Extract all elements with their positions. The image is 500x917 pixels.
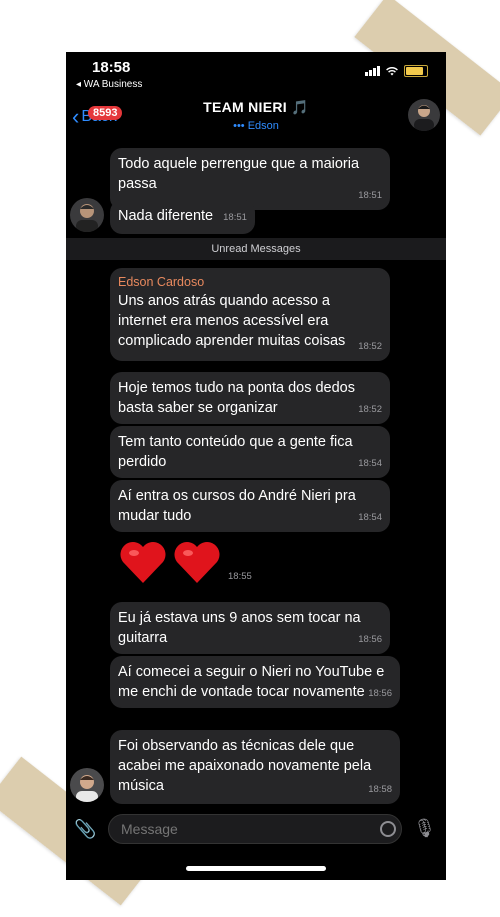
battery-icon <box>404 65 428 77</box>
phone-screen: 18:58 ◂ WA Business ‹ Back 8593 TEAM NIE… <box>66 52 446 880</box>
chat-title: TEAM NIERI 🎵 <box>203 99 309 115</box>
heart-icon <box>120 542 166 583</box>
microphone-icon[interactable]: 🎙 <box>413 818 436 839</box>
message-bubble[interactable]: Edson Cardoso Uns anos atrás quando aces… <box>110 268 390 361</box>
message-bubble[interactable]: Nada diferente 18:51 <box>110 200 255 234</box>
message-bubble[interactable]: Eu já estava uns 9 anos sem tocar na gui… <box>110 602 390 654</box>
paperclip-icon[interactable]: 📎 <box>74 819 96 840</box>
unread-divider: Unread Messages <box>66 238 446 260</box>
message-text: Tem tanto conteúdo que a gente fica perd… <box>118 434 353 470</box>
home-indicator[interactable] <box>186 866 326 871</box>
status-icons <box>365 65 428 77</box>
sender-avatar[interactable] <box>70 768 104 802</box>
message-time: 18:55 <box>228 571 252 582</box>
message-input[interactable] <box>108 814 402 844</box>
message-time: 18:51 <box>223 212 247 223</box>
emoji-message[interactable]: 18:55 <box>118 538 252 586</box>
message-text: Aí comecei a seguir o Nieri no YouTube e… <box>118 664 385 700</box>
sender-avatar[interactable] <box>70 198 104 232</box>
message-bubble[interactable]: Hoje temos tudo na ponta dos dedos basta… <box>110 372 390 424</box>
message-bubble[interactable]: Aí entra os cursos do André Nieri pra mu… <box>110 480 390 532</box>
heart-icon <box>174 542 220 583</box>
message-bubble[interactable]: Tem tanto conteúdo que a gente fica perd… <box>110 426 390 478</box>
message-time: 18:56 <box>358 634 382 645</box>
chat-title-block[interactable]: TEAM NIERI 🎵 ••• Edson <box>66 98 446 132</box>
message-text: Uns anos atrás quando acesso a internet … <box>118 293 346 349</box>
signal-icon <box>365 66 380 76</box>
message-text: Aí entra os cursos do André Nieri pra mu… <box>118 488 356 524</box>
typing-indicator: ••• Edson <box>233 120 279 132</box>
sender-name[interactable]: Edson Cardoso <box>118 274 380 290</box>
message-time: 18:54 <box>358 458 382 469</box>
carrier-label[interactable]: ◂ WA Business <box>76 79 142 90</box>
message-time: 18:54 <box>358 512 382 523</box>
wifi-icon <box>386 67 398 76</box>
message-text: Foi observando as técnicas dele que acab… <box>118 738 372 794</box>
message-time: 18:58 <box>368 784 392 795</box>
message-bubble[interactable]: Aí comecei a seguir o Nieri no YouTube e… <box>110 656 400 708</box>
status-time: 18:58 <box>92 59 131 76</box>
message-time: 18:56 <box>368 688 392 699</box>
message-bubble[interactable]: Foi observando as técnicas dele que acab… <box>110 730 400 804</box>
message-time: 18:51 <box>358 190 382 201</box>
composer-bar: 📎 🎙 <box>66 812 446 848</box>
message-text: Hoje temos tudo na ponta dos dedos basta… <box>118 380 355 416</box>
message-text: Eu já estava uns 9 anos sem tocar na gui… <box>118 610 361 646</box>
status-bar: 18:58 ◂ WA Business <box>66 52 446 98</box>
chat-header: ‹ Back 8593 TEAM NIERI 🎵 ••• Edson <box>66 98 446 134</box>
sticker-icon[interactable] <box>380 821 396 837</box>
message-text: Nada diferente <box>118 208 214 224</box>
message-time: 18:52 <box>358 341 382 352</box>
message-time: 18:52 <box>358 404 382 415</box>
group-avatar[interactable] <box>408 99 440 131</box>
message-text: Todo aquele perrengue que a maioria pass… <box>118 156 360 192</box>
